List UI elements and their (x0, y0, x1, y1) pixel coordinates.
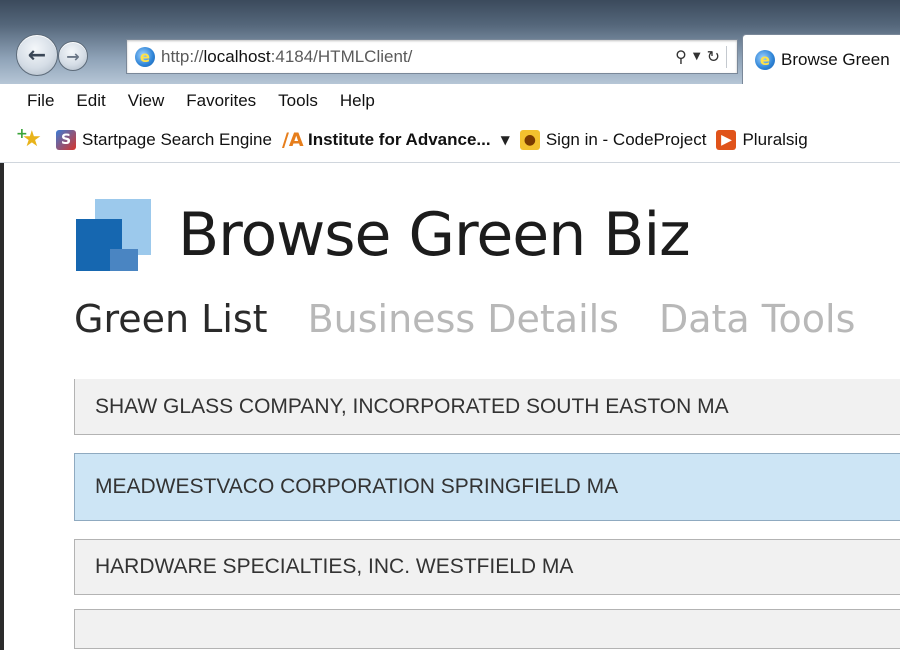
favorite-codeproject[interactable]: ● Sign in - CodeProject (519, 130, 707, 150)
favorite-label: Startpage Search Engine (82, 130, 272, 149)
ie-page-icon: e (135, 46, 155, 67)
list-item[interactable]: HARDWARE SPECIALTIES, INC. WESTFIELD MA (74, 539, 900, 595)
pivot-tabs: Green List Business Details Data Tools (74, 295, 855, 343)
refresh-icon[interactable]: ↻ (707, 47, 720, 66)
business-list: SHAW GLASS COMPANY, INCORPORATED SOUTH E… (74, 379, 900, 650)
url-scheme: http:// (161, 46, 204, 66)
favorite-label: Sign in - CodeProject (545, 130, 707, 149)
add-favorite-star-icon[interactable]: ★ + (16, 126, 46, 152)
chevron-down-icon[interactable]: ▼ (501, 133, 510, 147)
dropdown-arrow-icon[interactable]: ▼ (693, 51, 701, 62)
page-title: Browse Green Biz (178, 200, 691, 270)
favorite-startpage[interactable]: S Startpage Search Engine (56, 130, 272, 150)
favorite-label: Institute for Advance... (307, 130, 491, 149)
app-logo (76, 199, 152, 273)
startpage-icon: S (56, 130, 76, 150)
browser-titlebar: ← → e http://localhost:4184/HTMLClient/ … (0, 0, 900, 85)
back-arrow-icon: ← (27, 42, 47, 68)
tab-favicon-icon: e (755, 50, 775, 70)
codeproject-icon: ● (519, 130, 540, 150)
pluralsight-icon: ▶ (716, 130, 737, 150)
list-item-selected[interactable]: MEADWESTVACO CORPORATION SPRINGFIELD MA (74, 453, 900, 521)
page-content: Browse Green Biz Green List Business Det… (0, 163, 900, 650)
tab-title: Browse Green (781, 50, 890, 69)
window-left-edge (0, 163, 4, 650)
favorite-pluralsight[interactable]: ▶ Pluralsig (716, 130, 808, 150)
menu-view[interactable]: View (128, 91, 165, 111)
list-item[interactable] (74, 609, 900, 649)
menu-help[interactable]: Help (340, 91, 375, 111)
address-bar[interactable]: e http://localhost:4184/HTMLClient/ ⚲ ▼ … (126, 39, 738, 74)
url-path: :4184/HTMLClient/ (270, 46, 413, 66)
search-icon[interactable]: ⚲ (675, 47, 687, 66)
favorite-institute[interactable]: /A Institute for Advance... ▼ (281, 129, 510, 151)
menu-favorites[interactable]: Favorites (186, 91, 256, 111)
favorites-bar: ★ + S Startpage Search Engine /A Institut… (0, 118, 900, 163)
menu-bar: File Edit View Favorites Tools Help (0, 84, 900, 118)
menu-file[interactable]: File (27, 91, 54, 111)
favorite-label: Pluralsig (742, 130, 808, 149)
iaa-icon: /A (281, 129, 304, 151)
address-url[interactable]: http://localhost:4184/HTMLClient/ (161, 47, 412, 67)
forward-button[interactable]: → (58, 41, 88, 71)
back-button[interactable]: ← (16, 34, 58, 76)
menu-edit[interactable]: Edit (76, 91, 105, 111)
tab-green-list[interactable]: Green List (74, 295, 268, 343)
browser-tab[interactable]: e Browse Green (742, 34, 900, 85)
list-item[interactable]: SHAW GLASS COMPANY, INCORPORATED SOUTH E… (74, 379, 900, 435)
url-host: localhost (203, 46, 271, 66)
tab-data-tools[interactable]: Data Tools (659, 295, 855, 343)
address-divider (726, 45, 727, 68)
forward-arrow-icon: → (66, 46, 80, 66)
tab-business-details[interactable]: Business Details (308, 295, 619, 343)
menu-tools[interactable]: Tools (278, 91, 318, 111)
